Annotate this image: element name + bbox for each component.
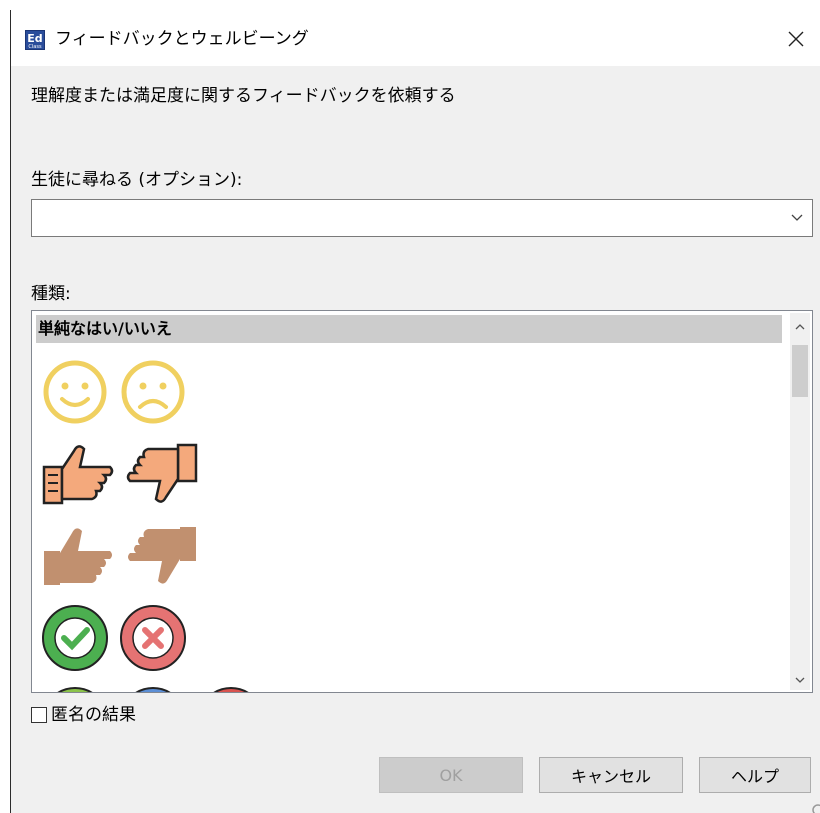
scroll-thumb[interactable] xyxy=(792,345,808,397)
chevron-up-icon xyxy=(795,324,805,330)
feedback-type-list[interactable]: 単純なはい/いいえ xyxy=(31,310,813,693)
thumbs-up-light-icon xyxy=(42,445,114,505)
list-item-thumbs-dark[interactable] xyxy=(40,521,200,591)
ask-students-label: 生徒に尋ねる (オプション): xyxy=(31,170,243,190)
thumbs-down-dark-icon xyxy=(128,527,196,584)
smiley-happy-icon xyxy=(43,360,107,424)
resize-grip-icon[interactable] xyxy=(807,799,820,813)
window-title: フィードバックとウェルビーング xyxy=(55,29,309,49)
close-button[interactable] xyxy=(779,22,813,56)
title-bar: Ed Class フィードバックとウェルビーング xyxy=(11,10,820,66)
app-icon-subtext: Class xyxy=(28,44,42,50)
ask-students-dropdown[interactable] xyxy=(31,199,813,237)
list-scrollbar[interactable] xyxy=(790,313,810,690)
cancel-button[interactable]: キャンセル xyxy=(539,757,683,793)
scroll-up-button[interactable] xyxy=(790,317,810,337)
chevron-down-icon[interactable] xyxy=(790,212,804,224)
close-icon xyxy=(788,31,804,47)
list-item-colored-circles[interactable] xyxy=(40,685,266,692)
green-circle-icon xyxy=(57,687,93,692)
list-item-check-cross[interactable] xyxy=(40,603,188,673)
scroll-down-button[interactable] xyxy=(790,670,810,690)
chevron-down-icon xyxy=(795,677,805,683)
list-item-thumbs-light[interactable] xyxy=(40,439,200,509)
cross-circle-icon xyxy=(120,605,186,671)
feedback-dialog: Ed Class フィードバックとウェルビーング 理解度または満足度に関するフィ… xyxy=(10,10,820,813)
thumbs-down-light-icon xyxy=(126,443,198,503)
dialog-prompt: 理解度または満足度に関するフィードバックを依頼する xyxy=(31,86,456,106)
ok-button[interactable]: OK xyxy=(379,757,523,793)
red-circle-icon xyxy=(213,687,249,692)
anonymous-results-checkbox[interactable] xyxy=(31,707,47,723)
anonymous-results-option[interactable]: 匿名の結果 xyxy=(31,703,136,727)
check-circle-icon xyxy=(42,605,108,671)
list-item-smileys[interactable] xyxy=(40,357,188,427)
smiley-sad-icon xyxy=(121,360,185,424)
edclass-logo-icon: Ed Class xyxy=(25,30,45,50)
type-label: 種類: xyxy=(31,284,71,304)
help-button[interactable]: ヘルプ xyxy=(699,757,811,793)
list-item-simple-yes-no[interactable]: 単純なはい/いいえ xyxy=(36,315,782,343)
anonymous-results-label: 匿名の結果 xyxy=(51,705,136,725)
blue-circle-icon xyxy=(135,687,171,692)
thumbs-up-dark-icon xyxy=(44,528,112,585)
